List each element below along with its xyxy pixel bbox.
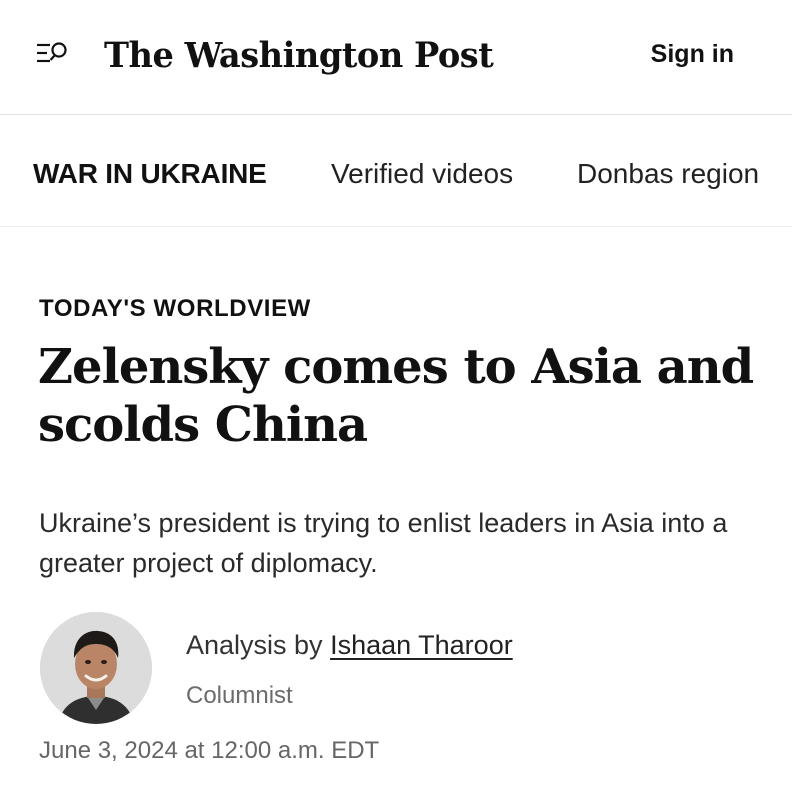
article-timestamp: June 3, 2024 at 12:00 a.m. EDT bbox=[39, 737, 380, 764]
nav-item-donbas-region[interactable]: Donbas region bbox=[577, 157, 759, 191]
author-link[interactable]: Ishaan Tharoor bbox=[330, 630, 513, 660]
nav-item-verified-videos[interactable]: Verified videos bbox=[331, 157, 513, 191]
author-role: Columnist bbox=[186, 682, 293, 709]
byline-prefix: Analysis by bbox=[186, 630, 323, 660]
site-logo[interactable]: The Washington Post bbox=[104, 28, 494, 84]
nav-section-war-in-ukraine[interactable]: WAR IN UKRAINE bbox=[33, 157, 267, 191]
site-header: The Washington Post Sign in bbox=[0, 0, 792, 115]
article-byline: Analysis by Ishaan Tharoor bbox=[186, 630, 513, 661]
menu-search-icon[interactable] bbox=[36, 40, 70, 68]
sign-in-button[interactable]: Sign in bbox=[651, 38, 734, 70]
article-kicker[interactable]: TODAY'S WORLDVIEW bbox=[39, 295, 311, 323]
article-headline: Zelensky comes to Asia and scolds China bbox=[38, 339, 754, 453]
section-nav: WAR IN UKRAINE Verified videos Donbas re… bbox=[0, 115, 792, 227]
article-dek: Ukraine’s president is trying to enlist … bbox=[39, 508, 728, 578]
author-avatar[interactable] bbox=[40, 612, 152, 724]
